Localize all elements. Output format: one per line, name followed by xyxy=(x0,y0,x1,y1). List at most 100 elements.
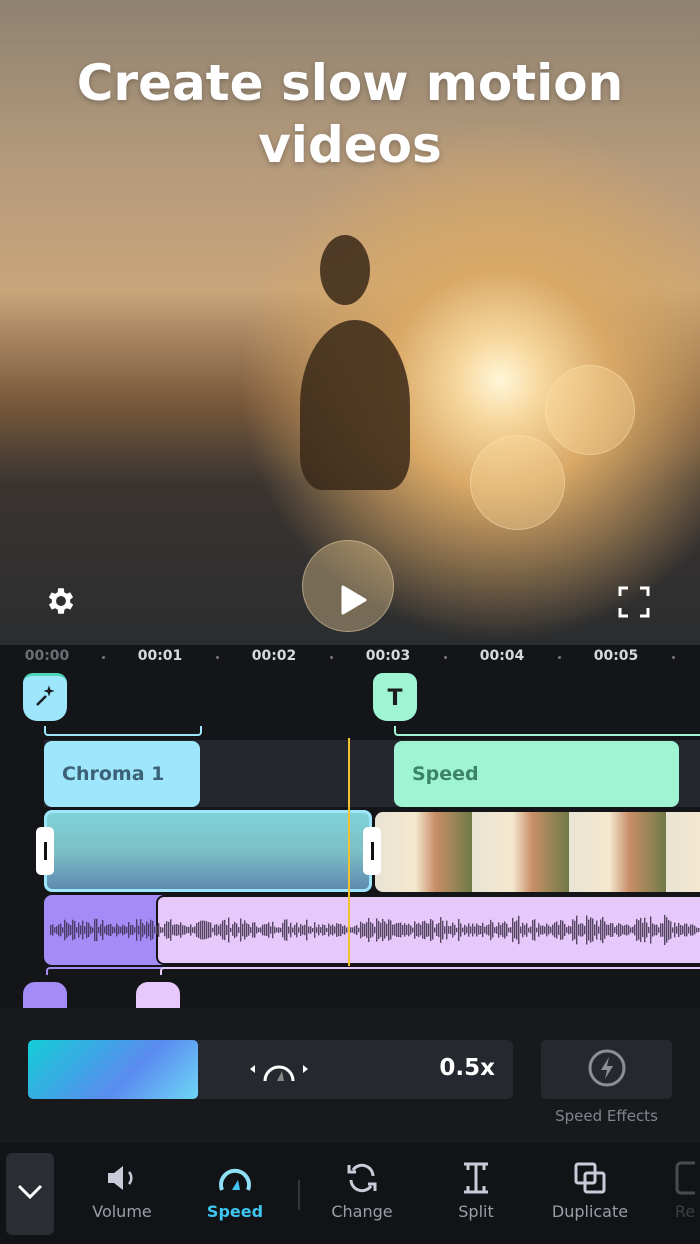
waveform-bar xyxy=(358,927,360,933)
music-marker[interactable] xyxy=(23,982,67,1008)
sound-marker[interactable] xyxy=(136,982,180,1008)
waveform-bar xyxy=(354,926,356,934)
waveform-bar xyxy=(692,924,694,936)
waveform-bar xyxy=(68,923,70,937)
waveform-bar xyxy=(668,920,670,940)
waveform-bar xyxy=(306,919,308,941)
waveform-bar xyxy=(486,925,488,935)
video-clip[interactable] xyxy=(375,812,700,892)
waveform-bar xyxy=(450,925,452,935)
waveform-bar xyxy=(312,927,314,933)
waveform-bar xyxy=(222,920,224,940)
waveform-bar xyxy=(192,927,194,933)
waveform-bar xyxy=(498,922,500,938)
waveform-bar xyxy=(206,921,208,939)
playhead[interactable] xyxy=(348,738,350,966)
waveform-bar xyxy=(124,925,126,935)
waveform-bar xyxy=(56,926,58,934)
waveform-bar xyxy=(628,925,630,935)
ruler-tick: 00:03 xyxy=(365,648,411,664)
speed-clip[interactable]: Speed xyxy=(394,741,679,807)
waveform-bar xyxy=(176,924,178,936)
waveform-bar xyxy=(492,922,494,938)
waveform-bar xyxy=(334,926,336,934)
waveform-bar xyxy=(662,923,664,937)
waveform-bar xyxy=(466,926,468,934)
waveform-bar xyxy=(508,927,510,933)
waveform-bar xyxy=(286,919,288,941)
waveform-bar xyxy=(650,916,652,944)
waveform-bar xyxy=(52,924,54,936)
video-clip-selected[interactable] xyxy=(44,810,372,892)
waveform-bar xyxy=(304,924,306,936)
tool-speed[interactable]: Speed xyxy=(190,1160,280,1221)
tool-label: Duplicate xyxy=(551,1202,629,1221)
waveform-bar xyxy=(474,926,476,934)
waveform-bar xyxy=(86,921,88,939)
tool-duplicate[interactable]: Duplicate xyxy=(545,1160,635,1221)
fullscreen-icon[interactable] xyxy=(618,586,650,618)
speed-knob-icon[interactable] xyxy=(246,1054,312,1088)
gear-icon[interactable] xyxy=(44,584,78,618)
waveform-bar xyxy=(210,922,212,938)
speed-slider[interactable]: 0.5x xyxy=(28,1040,513,1099)
effect-marker[interactable] xyxy=(23,673,67,721)
waveform-bar xyxy=(264,924,266,936)
waveform-bar xyxy=(556,921,558,939)
waveform-bar xyxy=(174,924,176,936)
waveform-bar xyxy=(118,925,120,935)
waveform-bar xyxy=(284,919,286,941)
waveform-bar xyxy=(136,919,138,941)
tool-reverse[interactable]: Re xyxy=(659,1160,700,1221)
text-range-bracket xyxy=(394,726,700,736)
play-icon[interactable] xyxy=(338,584,368,616)
trim-handle-right[interactable] xyxy=(363,827,381,875)
waveform-bar xyxy=(424,920,426,940)
ruler-tick: 00:01 xyxy=(137,648,183,664)
waveform-bar xyxy=(280,927,282,933)
waveform-bar xyxy=(572,919,574,941)
text-marker[interactable]: T xyxy=(373,673,417,721)
waveform-bar xyxy=(606,924,608,936)
waveform-bar xyxy=(562,920,564,940)
waveform-bar xyxy=(164,923,166,937)
waveform-bar xyxy=(534,919,536,941)
waveform-bar xyxy=(106,924,108,936)
toolbar-divider xyxy=(298,1180,300,1210)
trim-handle-left[interactable] xyxy=(36,827,54,875)
tool-change[interactable]: Change xyxy=(317,1160,407,1221)
waveform-bar xyxy=(430,918,432,942)
waveform-bar xyxy=(266,924,268,936)
waveform-bar xyxy=(674,922,676,938)
waveform-bar xyxy=(510,927,512,933)
waveform-bar xyxy=(218,925,220,935)
waveform-bar xyxy=(64,919,66,941)
waveform-bar xyxy=(316,927,318,933)
waveform-bar xyxy=(542,925,544,935)
waveform-bar xyxy=(694,925,696,935)
waveform-bar xyxy=(146,921,148,939)
waveform-bar xyxy=(400,922,402,938)
figure-head xyxy=(320,235,370,305)
tool-volume[interactable]: Volume xyxy=(77,1160,167,1221)
waveform-bar xyxy=(168,921,170,939)
magic-wand-icon xyxy=(33,684,57,714)
ruler-tick: 00:04 xyxy=(479,648,525,664)
tool-split[interactable]: Split xyxy=(431,1160,521,1221)
video-preview[interactable]: Create slow motion videos xyxy=(0,0,700,645)
waveform-bar xyxy=(684,923,686,937)
collapse-button[interactable] xyxy=(6,1153,54,1235)
waveform-bar xyxy=(378,921,380,939)
waveform-bar xyxy=(336,923,338,937)
time-ruler[interactable]: 00:00 00:01 00:02 00:03 00:04 00:05 xyxy=(0,645,700,667)
waveform-bar xyxy=(220,923,222,937)
waveform-bar xyxy=(290,922,292,938)
waveform-bar xyxy=(212,927,214,933)
waveform-bar xyxy=(626,924,628,936)
speed-effects-button[interactable] xyxy=(541,1040,672,1099)
chroma-clip[interactable]: Chroma 1 xyxy=(44,741,200,807)
waveform-bar xyxy=(478,925,480,935)
waveform-bar xyxy=(544,926,546,934)
waveform-bar xyxy=(642,922,644,938)
replace-icon xyxy=(317,1160,407,1196)
